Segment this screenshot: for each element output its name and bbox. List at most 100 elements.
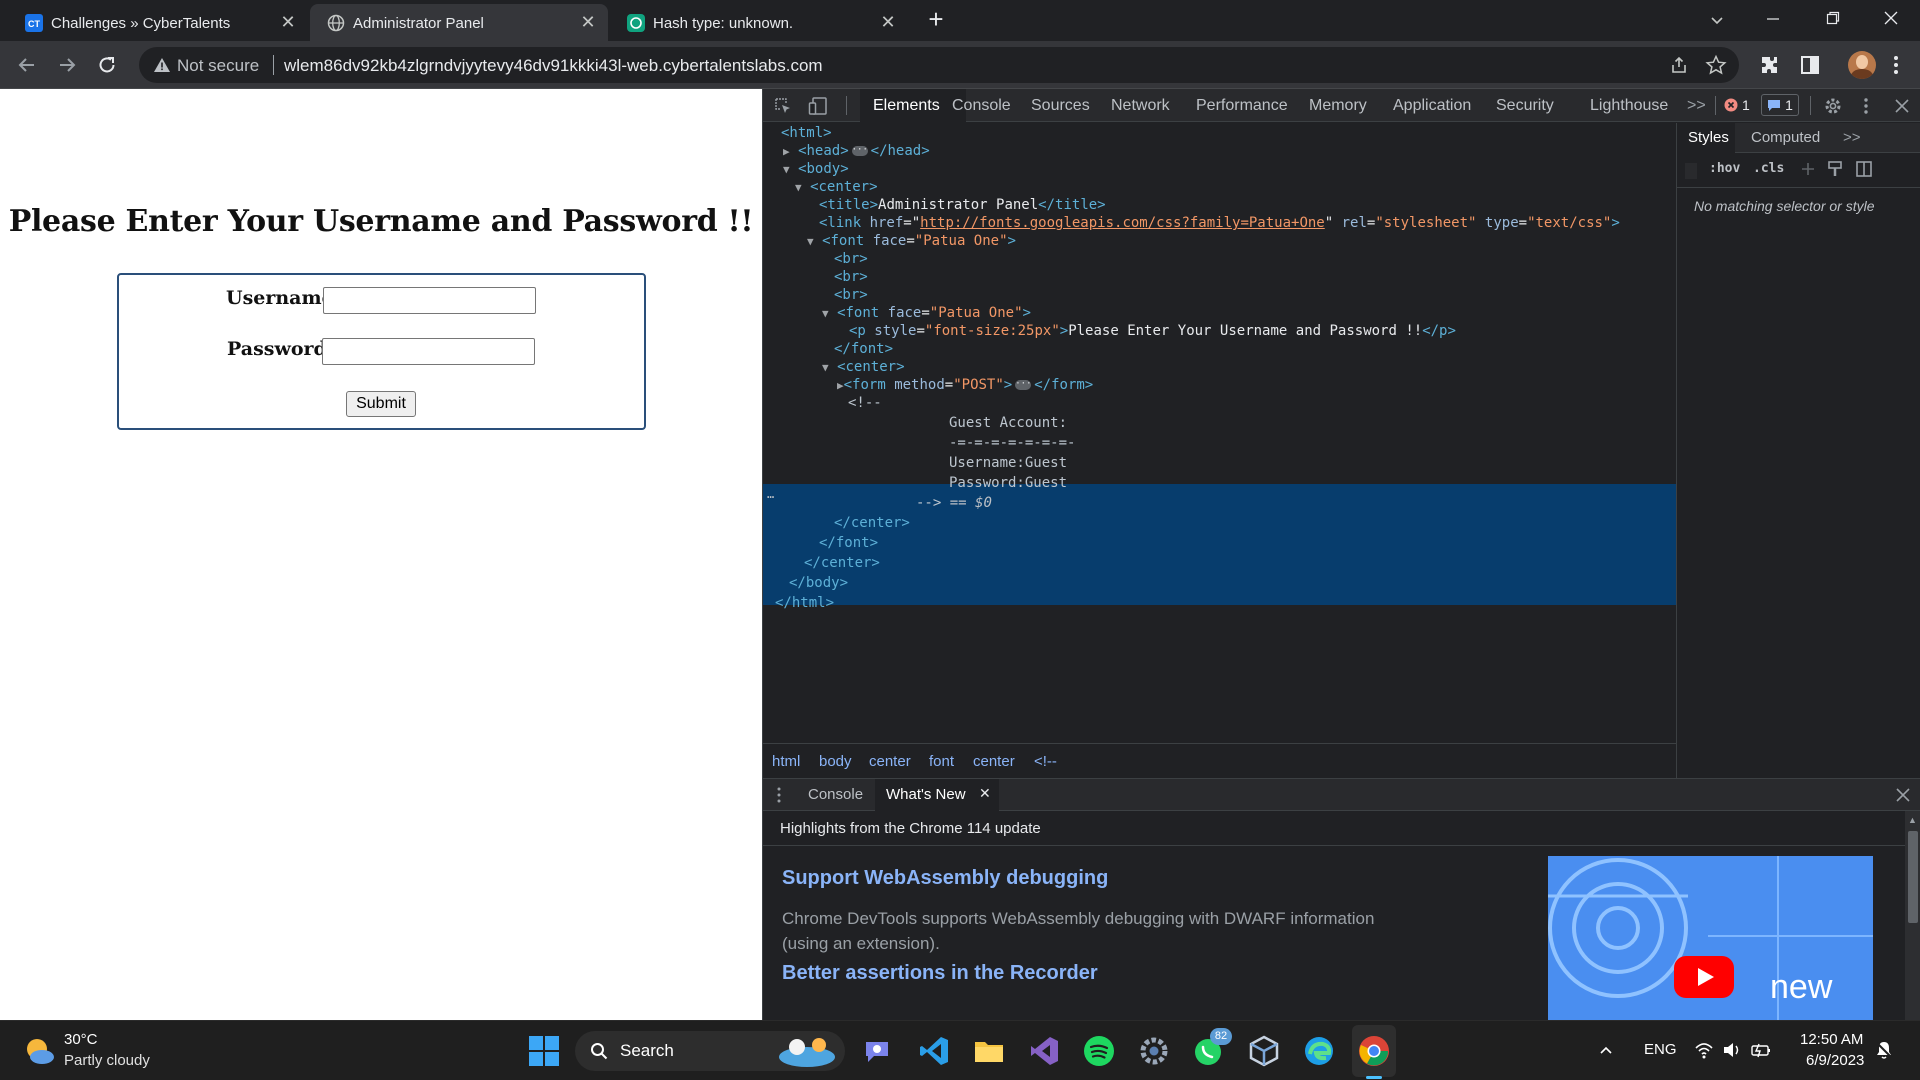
collapse-triangle-icon[interactable]: ▼ bbox=[783, 163, 790, 176]
more-tabs-icon[interactable]: >> bbox=[1687, 97, 1706, 115]
window-close-icon[interactable] bbox=[1883, 10, 1899, 26]
security-label[interactable]: Not secure bbox=[177, 56, 259, 76]
dom-line-head[interactable]: ▶ <head> ··· </head> bbox=[783, 141, 930, 161]
minimize-icon[interactable] bbox=[1765, 10, 1781, 26]
warning-icon[interactable] bbox=[153, 56, 171, 74]
url-text[interactable]: wlem86dv92kb4zlgrndvjyytevy46dv91kkki43l… bbox=[284, 56, 823, 76]
language-indicator[interactable]: ENG bbox=[1644, 1041, 1677, 1058]
dom-line-p[interactable]: <p style="font-size:25px">Please Enter Y… bbox=[849, 321, 1456, 341]
youtube-play-icon[interactable] bbox=[1674, 956, 1734, 998]
vscode-icon[interactable] bbox=[917, 1034, 951, 1068]
edge-icon[interactable] bbox=[1302, 1034, 1336, 1068]
settings-gear-icon[interactable] bbox=[1137, 1034, 1171, 1068]
drawer-close-icon[interactable] bbox=[1895, 787, 1911, 803]
errors-badge[interactable]: 1 bbox=[1724, 95, 1750, 115]
dom-line-form[interactable]: ▶<form method="POST"> ··· </form> bbox=[837, 375, 1093, 395]
tab-sources[interactable]: Sources bbox=[1031, 97, 1090, 115]
dom-line-html-close[interactable]: </html> bbox=[775, 593, 834, 613]
tab-hash-type[interactable]: Hash type: unknown. ✕ bbox=[610, 4, 908, 41]
scroll-up-icon[interactable]: ▲ bbox=[1908, 815, 1917, 825]
new-tab-icon[interactable]: + bbox=[925, 6, 947, 32]
weather-icon[interactable] bbox=[22, 1034, 56, 1068]
address-bar[interactable]: Not secure wlem86dv92kb4zlgrndvjyytevy46… bbox=[139, 47, 1739, 83]
clock-time[interactable]: 12:50 AM bbox=[1800, 1031, 1863, 1048]
reload-icon[interactable] bbox=[95, 53, 119, 77]
tab-administrator-panel[interactable]: Administrator Panel ✕ bbox=[310, 4, 608, 41]
teams-chat-icon[interactable] bbox=[862, 1034, 896, 1068]
breadcrumb-html[interactable]: html bbox=[772, 753, 800, 770]
drawer-menu-icon[interactable] bbox=[777, 787, 781, 803]
dom-line-br[interactable]: <br> bbox=[834, 285, 868, 305]
whatsapp-icon[interactable]: 82 bbox=[1192, 1028, 1232, 1068]
collapse-triangle-icon[interactable]: ▼ bbox=[807, 235, 814, 248]
close-icon[interactable]: ✕ bbox=[580, 13, 596, 31]
drawer-tab-console[interactable]: Console bbox=[808, 786, 863, 803]
dom-line-title[interactable]: <title>Administrator Panel</title> bbox=[819, 195, 1106, 215]
battery-icon[interactable] bbox=[1750, 1041, 1772, 1059]
notification-bell-icon[interactable] bbox=[1874, 1040, 1894, 1060]
video-thumbnail[interactable]: new bbox=[1548, 856, 1873, 1021]
collapse-triangle-icon[interactable]: ▼ bbox=[795, 181, 802, 194]
tab-console[interactable]: Console bbox=[952, 97, 1011, 115]
breadcrumb-center[interactable]: center bbox=[973, 753, 1015, 770]
breadcrumb-comment[interactable]: <!-- bbox=[1034, 753, 1057, 770]
dom-line-font-inner[interactable]: ▼ <font face="Patua One"> bbox=[822, 303, 1031, 323]
chrome-icon[interactable] bbox=[1357, 1034, 1391, 1068]
messages-badge[interactable]: 1 bbox=[1761, 94, 1799, 116]
visual-studio-icon[interactable] bbox=[1027, 1034, 1061, 1068]
dom-line-html[interactable]: <html> bbox=[781, 123, 832, 143]
add-rule-icon[interactable] bbox=[1800, 161, 1816, 177]
devtools-close-icon[interactable] bbox=[1894, 98, 1910, 114]
dom-line-br[interactable]: <br> bbox=[834, 267, 868, 287]
back-icon[interactable] bbox=[15, 53, 39, 77]
dom-line-font-close[interactable]: </font> bbox=[819, 533, 878, 553]
clock-date[interactable]: 6/9/2023 bbox=[1806, 1052, 1864, 1069]
device-toolbar-icon[interactable] bbox=[808, 96, 830, 116]
article-link[interactable]: Better assertions in the Recorder bbox=[782, 962, 1098, 985]
tab-styles[interactable]: Styles bbox=[1688, 129, 1729, 146]
password-input[interactable] bbox=[322, 338, 535, 365]
collapse-triangle-icon[interactable]: ▼ bbox=[822, 307, 829, 320]
close-icon[interactable]: ✕ bbox=[979, 785, 991, 802]
virtualbox-icon[interactable] bbox=[1247, 1034, 1281, 1068]
dom-line-body[interactable]: ▼ <body> bbox=[783, 159, 849, 179]
dom-line-br[interactable]: <br> bbox=[834, 249, 868, 269]
tab-memory[interactable]: Memory bbox=[1309, 97, 1367, 115]
collapsed-content-icon[interactable]: ··· bbox=[1015, 380, 1032, 390]
file-explorer-icon[interactable] bbox=[972, 1034, 1006, 1068]
tab-lighthouse[interactable]: Lighthouse bbox=[1590, 97, 1668, 115]
windows-start-icon[interactable] bbox=[527, 1034, 561, 1068]
wifi-icon[interactable] bbox=[1694, 1041, 1714, 1059]
spotify-icon[interactable] bbox=[1082, 1034, 1116, 1068]
tab-network[interactable]: Network bbox=[1111, 97, 1170, 115]
dom-line-comment-close[interactable]: --> == $0 bbox=[916, 493, 992, 513]
volume-icon[interactable] bbox=[1722, 1041, 1742, 1059]
tab-elements[interactable]: Elements bbox=[873, 97, 940, 115]
close-icon[interactable]: ✕ bbox=[280, 13, 296, 31]
dom-line-center-inner[interactable]: ▼ <center> bbox=[822, 357, 905, 377]
close-icon[interactable]: ✕ bbox=[880, 13, 896, 31]
hov-toggle[interactable]: :hov bbox=[1709, 161, 1740, 176]
scrollbar-thumb[interactable] bbox=[1908, 831, 1918, 923]
username-input[interactable] bbox=[323, 287, 536, 314]
paint-brush-icon[interactable] bbox=[1827, 160, 1843, 178]
dom-line-comment-open[interactable]: <!-- bbox=[848, 393, 882, 413]
tab-computed[interactable]: Computed bbox=[1751, 129, 1820, 146]
tab-performance[interactable]: Performance bbox=[1196, 97, 1288, 115]
dom-line-center-close[interactable]: </center> bbox=[834, 513, 910, 533]
breadcrumb-body[interactable]: body bbox=[819, 753, 852, 770]
node-ellipsis-icon[interactable]: … bbox=[767, 487, 774, 501]
show-hidden-icons-chevron-icon[interactable] bbox=[1598, 1042, 1614, 1058]
tab-application[interactable]: Application bbox=[1393, 97, 1471, 115]
collapsed-content-icon[interactable]: ··· bbox=[851, 146, 868, 156]
weather-description[interactable]: Partly cloudy bbox=[64, 1052, 150, 1069]
more-tabs-icon[interactable]: >> bbox=[1843, 129, 1861, 146]
avatar[interactable] bbox=[1848, 51, 1876, 79]
extensions-icon[interactable] bbox=[1758, 53, 1782, 77]
drawer-tab-whats-new[interactable]: What's New ✕ bbox=[875, 779, 999, 811]
collapse-triangle-icon[interactable]: ▼ bbox=[822, 361, 829, 374]
filter-input[interactable] bbox=[1685, 163, 1697, 179]
toggle-sidebar-icon[interactable] bbox=[1855, 160, 1873, 178]
share-icon[interactable] bbox=[1669, 55, 1689, 75]
breadcrumb-font[interactable]: font bbox=[929, 753, 954, 770]
